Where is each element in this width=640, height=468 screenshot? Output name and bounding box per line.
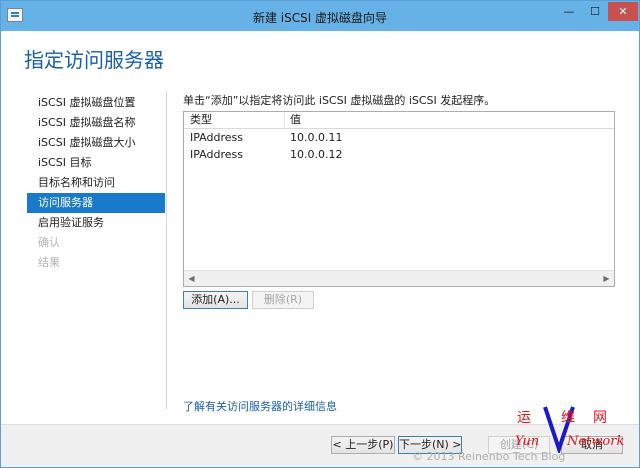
nav-item-enable-auth[interactable]: 启用验证服务 xyxy=(27,213,165,233)
nav-item-disk-size[interactable]: iSCSI 虚拟磁盘大小 xyxy=(27,133,165,153)
watermark-char: 维 xyxy=(561,410,575,426)
instruction-text: 单击“添加”以指定将访问此 iSCSI 虚拟磁盘的 iSCSI 发起程序。 xyxy=(183,94,496,107)
nav-divider xyxy=(166,91,167,409)
minimize-button[interactable]: — xyxy=(556,2,582,21)
nav-item-results: 结果 xyxy=(38,256,60,269)
watermark-text: © 2013 Reinenbo Tech Blog xyxy=(412,450,566,463)
nav-item-target-name-access[interactable]: 目标名称和访问 xyxy=(27,173,165,193)
list-row[interactable]: IPAddress 10.0.0.12 xyxy=(184,147,614,164)
nav-item-disk-location[interactable]: iSCSI 虚拟磁盘位置 xyxy=(27,93,165,113)
maximize-button[interactable]: ☐ xyxy=(582,2,608,21)
more-info-link[interactable]: 了解有关访问服务器的详细信息 xyxy=(183,398,337,414)
watermark-word: Yun xyxy=(515,434,539,449)
watermark-char: 运 xyxy=(517,410,531,426)
wizard-window: 新建 iSCSI 虚拟磁盘向导 — ☐ ✕ 指定访问服务器 iSCSI 虚拟磁盘… xyxy=(0,0,640,468)
initiator-list[interactable]: 类型 值 IPAddress 10.0.0.11 IPAddress 10.0.… xyxy=(183,111,615,287)
list-header: 类型 值 xyxy=(184,112,614,129)
wizard-step-nav: iSCSI 虚拟磁盘位置 iSCSI 虚拟磁盘名称 iSCSI 虚拟磁盘大小 i… xyxy=(27,93,165,273)
scroll-right-arrow-icon[interactable]: ▶ xyxy=(599,271,614,286)
watermark-word: Network xyxy=(566,434,624,449)
list-row[interactable]: IPAddress 10.0.0.11 xyxy=(184,130,614,147)
row-value-cell: 10.0.0.12 xyxy=(290,148,343,161)
window-title: 新建 iSCSI 虚拟磁盘向导 xyxy=(252,11,388,25)
nav-item-access-servers[interactable]: 访问服务器 xyxy=(27,193,165,213)
watermark-char: 网 xyxy=(593,410,607,426)
add-button[interactable]: 添加(A)... xyxy=(183,291,248,309)
row-type-cell: IPAddress xyxy=(190,131,243,144)
nav-item-confirmation: 确认 xyxy=(38,236,60,249)
remove-button: 删除(R) xyxy=(252,291,314,309)
column-header-value[interactable]: 值 xyxy=(290,112,301,128)
scroll-left-arrow-icon[interactable]: ◀ xyxy=(184,271,199,286)
close-button[interactable]: ✕ xyxy=(608,2,638,21)
watermark-logo: 运 维 网 Yun Network xyxy=(515,406,624,453)
row-type-cell: IPAddress xyxy=(190,148,243,161)
row-value-cell: 10.0.0.11 xyxy=(290,131,343,144)
title-bar[interactable]: 新建 iSCSI 虚拟磁盘向导 — ☐ ✕ xyxy=(1,1,639,31)
previous-button[interactable]: < 上一步(P) xyxy=(331,436,395,454)
nav-item-disk-name[interactable]: iSCSI 虚拟磁盘名称 xyxy=(27,113,165,133)
page-title: 指定访问服务器 xyxy=(24,48,164,72)
column-header-type[interactable]: 类型 xyxy=(190,112,212,128)
column-separator[interactable] xyxy=(284,112,285,128)
nav-item-iscsi-target[interactable]: iSCSI 目标 xyxy=(27,153,165,173)
horizontal-scrollbar[interactable]: ◀ ▶ xyxy=(184,270,614,286)
